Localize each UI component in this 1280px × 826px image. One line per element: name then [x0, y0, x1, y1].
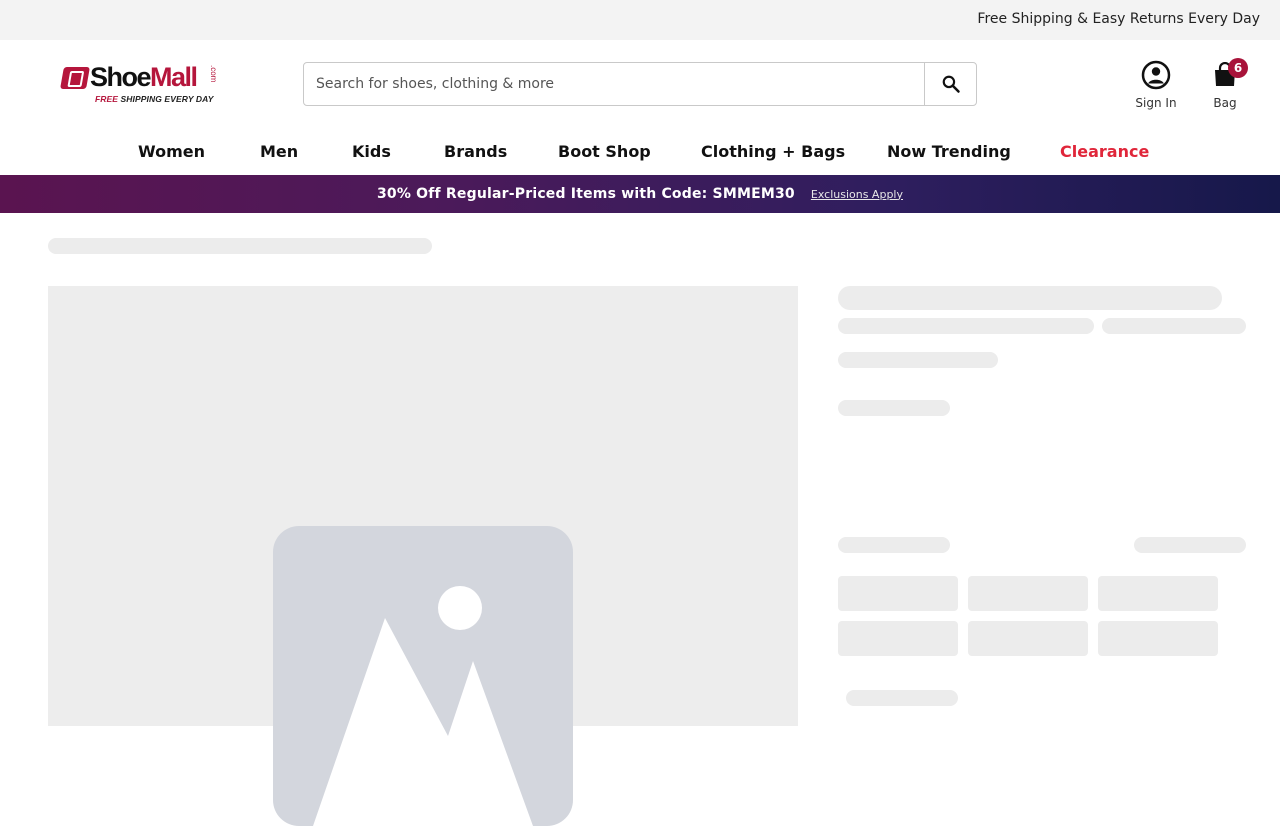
product-title-skeleton [838, 286, 1222, 310]
nav-item-clothing-bags[interactable]: Clothing + Bags [701, 142, 845, 161]
logo-tagline: FREE SHIPPING EVERY DAY [95, 94, 214, 104]
promo-banner: 30% Off Regular-Priced Items with Code: … [0, 175, 1280, 213]
image-placeholder-icon [273, 526, 573, 826]
nav-item-kids[interactable]: Kids [352, 142, 391, 161]
size-option-skeleton [968, 576, 1088, 611]
user-circle-icon [1141, 60, 1171, 90]
breadcrumb-skeleton [48, 238, 432, 254]
sign-in-label: Sign In [1135, 96, 1177, 110]
nav-item-now-trending[interactable]: Now Trending [887, 142, 1011, 161]
sign-in-button[interactable]: Sign In [1126, 60, 1186, 112]
nav-item-women[interactable]: Women [138, 142, 205, 161]
size-option-skeleton [838, 576, 958, 611]
product-image-area [48, 286, 798, 826]
size-option-skeleton [1098, 621, 1218, 656]
shoemall-logo[interactable]: ShoeMall .com FREE SHIPPING EVERY DAY [60, 62, 222, 106]
nav-item-brands[interactable]: Brands [444, 142, 507, 161]
size-label-skeleton [838, 537, 950, 553]
top-utility-bar: Free Shipping & Easy Returns Every Day [0, 0, 1280, 40]
size-option-skeleton [838, 621, 958, 656]
logo-wordmark: ShoeMall [90, 62, 198, 92]
bag-label: Bag [1213, 96, 1237, 110]
product-color-skeleton [838, 400, 950, 416]
nav-item-boot-shop[interactable]: Boot Shop [558, 142, 651, 161]
shopping-bag-button[interactable]: 6 Bag [1204, 58, 1248, 112]
exclusions-link[interactable]: Exclusions Apply [811, 188, 903, 201]
image-placeholder-graphic [313, 586, 533, 826]
shipping-promo-text: Free Shipping & Easy Returns Every Day [977, 11, 1260, 27]
product-rating-skeleton [1102, 318, 1246, 334]
search-bar [303, 62, 977, 106]
search-button[interactable] [924, 63, 976, 105]
product-brand-skeleton [838, 318, 1094, 334]
search-input[interactable] [304, 63, 926, 105]
product-price-skeleton [838, 352, 998, 368]
shoemall-logo-icon [60, 67, 90, 89]
size-option-skeleton [968, 621, 1088, 656]
nav-item-clearance[interactable]: Clearance [1060, 142, 1149, 161]
size-option-skeleton [1098, 576, 1218, 611]
bag-count-badge: 6 [1228, 58, 1248, 78]
logo-tld: .com [209, 65, 218, 83]
width-label-skeleton [846, 690, 958, 706]
site-header: ShoeMall .com FREE SHIPPING EVERY DAY Si… [0, 40, 1280, 130]
category-nav: Women Men Kids Brands Boot Shop Clothing… [0, 130, 1280, 175]
size-guide-skeleton [1134, 537, 1246, 553]
promo-code-text: 30% Off Regular-Priced Items with Code: … [376, 186, 795, 202]
search-icon [942, 75, 960, 93]
nav-item-men[interactable]: Men [260, 142, 298, 161]
